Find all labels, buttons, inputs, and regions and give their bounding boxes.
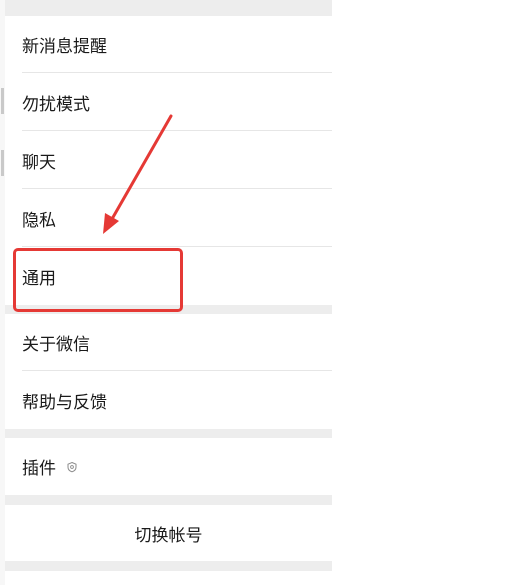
settings-item-new-message-notify[interactable]: 新消息提醒 [5, 16, 332, 73]
section-gap [5, 495, 332, 505]
section-gap [5, 429, 332, 438]
settings-item-label: 隐私 [22, 211, 56, 231]
settings-item-general[interactable]: 通用 [5, 248, 332, 305]
settings-item-label: 勿扰模式 [22, 95, 90, 115]
section-gap [5, 305, 332, 314]
edge-marker [1, 88, 4, 114]
settings-item-privacy[interactable]: 隐私 [5, 190, 332, 247]
divider [22, 246, 332, 247]
edge-marker [1, 150, 4, 176]
divider [22, 72, 332, 73]
settings-panel: 新消息提醒 勿扰模式 聊天 隐私 通用 关于微信 帮助与反馈 插件 切换帐号 [5, 0, 332, 585]
settings-item-chat[interactable]: 聊天 [5, 132, 332, 189]
settings-item-label: 新消息提醒 [22, 37, 107, 57]
settings-item-do-not-disturb[interactable]: 勿扰模式 [5, 74, 332, 131]
settings-item-about-wechat[interactable]: 关于微信 [5, 314, 332, 371]
plugin-icon [66, 461, 78, 473]
settings-item-label: 关于微信 [22, 335, 90, 355]
switch-account-button[interactable]: 切换帐号 [5, 505, 332, 561]
switch-account-label: 切换帐号 [134, 525, 203, 546]
section-gap [5, 561, 332, 571]
settings-item-label: 帮助与反馈 [22, 393, 107, 413]
divider [22, 188, 332, 189]
settings-item-label: 聊天 [22, 153, 56, 173]
settings-item-label: 通用 [22, 269, 56, 289]
divider [22, 370, 332, 371]
settings-item-label: 插件 [22, 459, 56, 479]
settings-item-plugins[interactable]: 插件 [5, 438, 332, 495]
divider [22, 130, 332, 131]
settings-item-help-feedback[interactable]: 帮助与反馈 [5, 372, 332, 429]
section-gap [5, 0, 332, 16]
